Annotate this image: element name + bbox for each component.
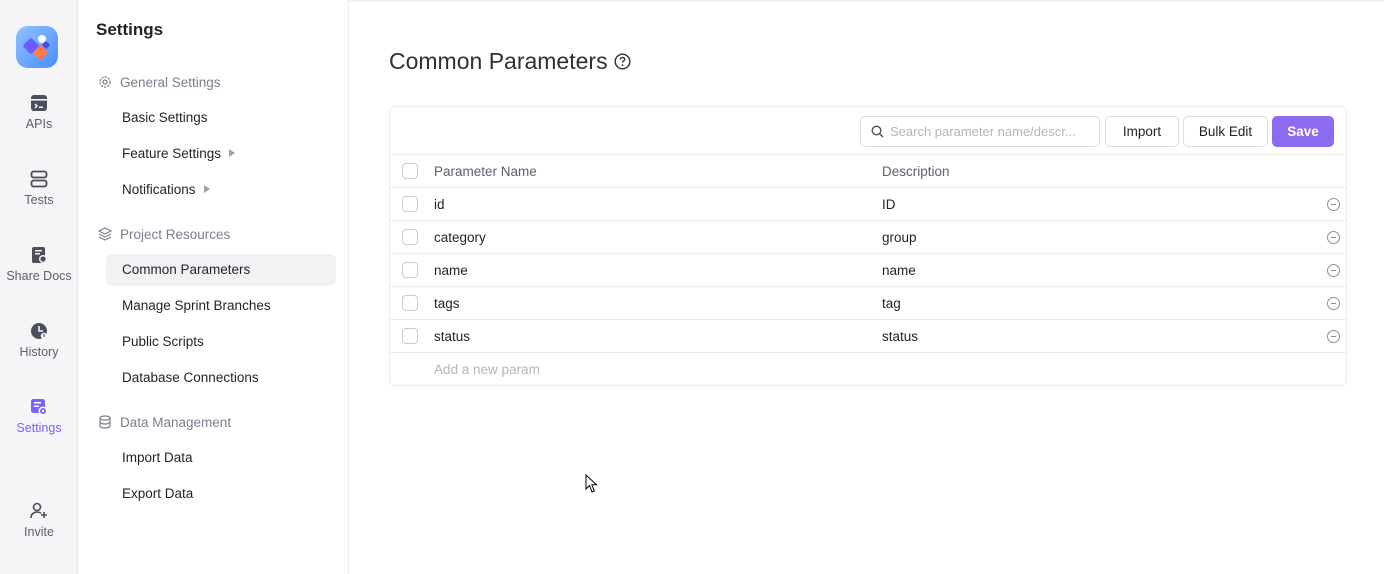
- column-header-name: Parameter Name: [434, 164, 537, 179]
- search-input[interactable]: [890, 124, 1090, 139]
- group-label: Data Management: [120, 414, 232, 430]
- param-name-cell[interactable]: status: [434, 320, 470, 353]
- sidebar-item-notifications[interactable]: Notifications: [106, 174, 336, 206]
- invite-icon: [30, 502, 47, 519]
- page-title-text: Common Parameters: [389, 48, 608, 74]
- column-header-description: Description: [882, 164, 950, 179]
- param-description-cell[interactable]: group: [882, 221, 917, 254]
- rail-item-tests[interactable]: Tests: [0, 170, 78, 232]
- save-button[interactable]: Save: [1272, 116, 1334, 147]
- row-checkbox[interactable]: [402, 196, 418, 212]
- remove-row-icon[interactable]: [1327, 231, 1340, 244]
- rail-label: Invite: [24, 525, 54, 539]
- table-row: id ID: [390, 188, 1346, 221]
- param-description-cell[interactable]: ID: [882, 188, 896, 221]
- rail-item-history[interactable]: History: [0, 322, 78, 384]
- sidebar-title: Settings: [96, 20, 164, 39]
- sidebar-item-label: Notifications: [122, 182, 196, 197]
- sidebar-item-label: Export Data: [122, 486, 194, 501]
- sidebar-item-label: Import Data: [122, 450, 193, 465]
- sidebar-item-common-parameters[interactable]: Common Parameters: [106, 254, 336, 286]
- sidebar-item-label: Database Connections: [122, 370, 259, 385]
- parameters-panel: Import Bulk Edit Save Parameter Name Des…: [389, 106, 1347, 386]
- settings-icon: [31, 399, 48, 416]
- rail-label: Settings: [16, 421, 62, 435]
- group-data-management: Data Management: [98, 410, 231, 434]
- app-rail: APIs Tests Share Docs History Settings I…: [0, 0, 78, 574]
- row-checkbox[interactable]: [402, 328, 418, 344]
- database-icon: [99, 415, 111, 429]
- toolbar: Import Bulk Edit Save: [390, 107, 1346, 155]
- param-name-cell[interactable]: tags: [434, 287, 460, 320]
- share-docs-icon: [32, 247, 47, 263]
- row-checkbox[interactable]: [402, 295, 418, 311]
- bulk-edit-button[interactable]: Bulk Edit: [1183, 116, 1268, 147]
- sidebar-item-import-data[interactable]: Import Data: [106, 442, 336, 474]
- group-label: Project Resources: [120, 226, 231, 242]
- select-all-checkbox[interactable]: [402, 163, 418, 179]
- rail-label: History: [19, 345, 59, 359]
- param-name-cell[interactable]: id: [434, 188, 445, 221]
- rail-label: APIs: [25, 117, 53, 131]
- rail-label: Share Docs: [6, 269, 72, 283]
- sidebar-item-label: Feature Settings: [122, 146, 222, 161]
- table-row: status status: [390, 320, 1346, 353]
- page-title: Common Parameters: [389, 48, 631, 75]
- sidebar-item-basic-settings[interactable]: Basic Settings: [106, 102, 336, 134]
- rail-item-invite[interactable]: Invite: [0, 502, 78, 564]
- group-project-resources: Project Resources: [98, 222, 230, 246]
- caret-right-icon: [203, 185, 210, 194]
- table-header: Parameter Name Description: [390, 155, 1346, 188]
- sidebar-item-export-data[interactable]: Export Data: [106, 478, 336, 510]
- rail-item-apis[interactable]: APIs: [0, 94, 78, 156]
- sidebar-item-public-scripts[interactable]: Public Scripts: [106, 326, 336, 358]
- history-icon: [31, 323, 48, 340]
- remove-row-icon[interactable]: [1327, 297, 1340, 310]
- add-param-input[interactable]: Add a new param: [434, 362, 540, 377]
- param-name-cell[interactable]: category: [434, 221, 486, 254]
- tests-icon: [30, 170, 48, 188]
- rail-item-settings[interactable]: Settings: [0, 398, 78, 460]
- sidebar-item-label: Common Parameters: [122, 262, 251, 277]
- param-name-cell[interactable]: name: [434, 254, 468, 287]
- sidebar-item-database-connections[interactable]: Database Connections: [106, 362, 336, 394]
- gear-icon: [99, 76, 111, 88]
- sidebar-item-feature-settings[interactable]: Feature Settings: [106, 138, 336, 170]
- param-description-cell[interactable]: status: [882, 320, 918, 353]
- group-label: General Settings: [120, 74, 221, 90]
- param-description-cell[interactable]: tag: [882, 287, 901, 320]
- sidebar-item-manage-sprint-branches[interactable]: Manage Sprint Branches: [106, 290, 336, 322]
- mouse-cursor-icon: [585, 474, 598, 493]
- caret-right-icon: [229, 149, 236, 158]
- sidebar-item-label: Manage Sprint Branches: [122, 298, 271, 313]
- app-logo[interactable]: [16, 26, 58, 68]
- top-divider: [349, 0, 1384, 2]
- rail-item-share-docs[interactable]: Share Docs: [0, 246, 78, 308]
- remove-row-icon[interactable]: [1327, 198, 1340, 211]
- group-general-settings: General Settings: [98, 70, 221, 94]
- search-icon: [871, 125, 884, 138]
- search-box[interactable]: [860, 116, 1100, 147]
- remove-row-icon[interactable]: [1327, 330, 1340, 343]
- remove-row-icon[interactable]: [1327, 264, 1340, 277]
- sidebar-item-label: Public Scripts: [122, 334, 204, 349]
- api-icon: [31, 95, 47, 111]
- help-icon[interactable]: [614, 53, 631, 70]
- table-row: name name: [390, 254, 1346, 287]
- settings-sidebar: Settings General Settings Basic Settings…: [78, 0, 349, 574]
- param-description-cell[interactable]: name: [882, 254, 916, 287]
- table-row: tags tag: [390, 287, 1346, 320]
- layers-icon: [98, 227, 112, 241]
- rail-label: Tests: [24, 193, 54, 207]
- row-checkbox[interactable]: [402, 262, 418, 278]
- sidebar-item-label: Basic Settings: [122, 110, 208, 125]
- import-button[interactable]: Import: [1105, 116, 1179, 147]
- row-checkbox[interactable]: [402, 229, 418, 245]
- table-row: category group: [390, 221, 1346, 254]
